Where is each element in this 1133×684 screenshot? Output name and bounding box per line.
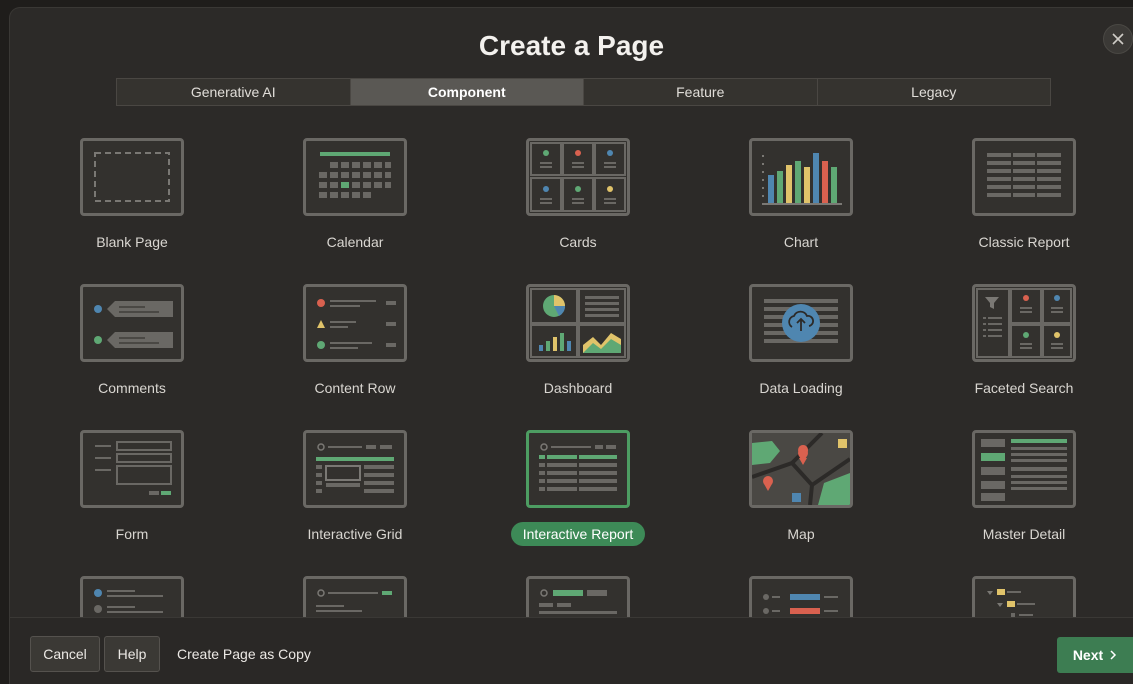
next-button-label: Next: [1072, 647, 1104, 663]
tile-faceted-search[interactable]: Faceted Search: [924, 284, 1124, 414]
tile-form[interactable]: Form: [32, 430, 232, 560]
tile-label: Interactive Report: [510, 522, 646, 546]
blank-page-icon: [80, 138, 184, 216]
page-type-grid: Blank Page Calendar Cards Chart Classic …: [10, 128, 1133, 618]
dialog-title: Create a Page: [478, 30, 665, 61]
tile-label: Chart: [783, 234, 819, 250]
chart-icon: [749, 138, 853, 216]
list-view-icon: [80, 576, 184, 618]
tile-label: Interactive Grid: [307, 526, 403, 542]
comments-icon: [80, 284, 184, 362]
tile-label: Dashboard: [543, 380, 613, 396]
tile-dashboard[interactable]: Dashboard: [478, 284, 678, 414]
tile-label: Comments: [98, 380, 166, 396]
tile-content-row[interactable]: Content Row: [255, 284, 455, 414]
faceted-search-icon: [972, 284, 1076, 362]
content-row-icon: [303, 284, 407, 362]
tile-label: Faceted Search: [974, 380, 1074, 396]
interactive-report-icon: [526, 430, 630, 508]
help-button[interactable]: Help: [104, 636, 160, 672]
close-button[interactable]: [1103, 24, 1133, 54]
tile-chart[interactable]: Chart: [701, 138, 901, 268]
tile-interactive-grid[interactable]: Interactive Grid: [255, 430, 455, 560]
dialog-footer: Cancel Help Create Page as Copy Next: [10, 617, 1133, 684]
tile-comments[interactable]: Comments: [32, 284, 232, 414]
smart-filters-icon: [526, 576, 630, 618]
tile-label: Data Loading: [759, 380, 843, 396]
tile-master-detail[interactable]: Master Detail: [924, 430, 1124, 560]
cards-icon: [526, 138, 630, 216]
tile-label: Content Row: [314, 380, 396, 396]
tree-icon: [972, 576, 1076, 618]
classic-report-icon: [972, 138, 1076, 216]
tile-classic-report[interactable]: Classic Report: [924, 138, 1124, 268]
tile-partial-4[interactable]: [701, 576, 901, 618]
tile-label: Classic Report: [978, 234, 1070, 250]
tile-interactive-report[interactable]: Interactive Report: [478, 430, 678, 560]
tab-generative-ai[interactable]: Generative AI: [117, 79, 351, 105]
tile-label: Map: [787, 526, 815, 542]
tab-component[interactable]: Component: [350, 79, 584, 105]
cancel-button[interactable]: Cancel: [30, 636, 100, 672]
tile-calendar[interactable]: Calendar: [255, 138, 455, 268]
form-icon: [80, 430, 184, 508]
master-detail-icon: [972, 430, 1076, 508]
calendar-icon: [303, 138, 407, 216]
close-icon: [1112, 33, 1124, 45]
map-icon: [749, 430, 853, 508]
tile-label: Calendar: [326, 234, 384, 250]
tile-map[interactable]: Map: [701, 430, 901, 560]
tile-partial-2[interactable]: [255, 576, 455, 618]
dashboard-icon: [526, 284, 630, 362]
tile-data-loading[interactable]: Data Loading: [701, 284, 901, 414]
tile-partial-5[interactable]: [924, 576, 1124, 618]
page-type-tabs: Generative AI Component Feature Legacy: [116, 78, 1051, 106]
create-page-dialog: Create a Page Generative AI Component Fe…: [10, 8, 1133, 684]
create-page-as-copy-link[interactable]: Create Page as Copy: [177, 646, 311, 662]
tile-blank-page[interactable]: Blank Page: [32, 138, 232, 268]
tile-partial-3[interactable]: [478, 576, 678, 618]
tile-cards[interactable]: Cards: [478, 138, 678, 268]
data-loading-icon: [749, 284, 853, 362]
tab-feature[interactable]: Feature: [584, 79, 818, 105]
tile-label: Master Detail: [982, 526, 1066, 542]
tile-label: Cards: [559, 234, 597, 250]
timeline-icon: [749, 576, 853, 618]
tile-label: Form: [115, 526, 149, 542]
tile-partial-1[interactable]: [32, 576, 232, 618]
tile-label: Blank Page: [96, 234, 168, 250]
search-page-icon: [303, 576, 407, 618]
tab-legacy[interactable]: Legacy: [818, 79, 1051, 105]
interactive-grid-icon: [303, 430, 407, 508]
next-button[interactable]: Next: [1057, 637, 1133, 673]
chevron-right-icon: [1110, 650, 1117, 660]
